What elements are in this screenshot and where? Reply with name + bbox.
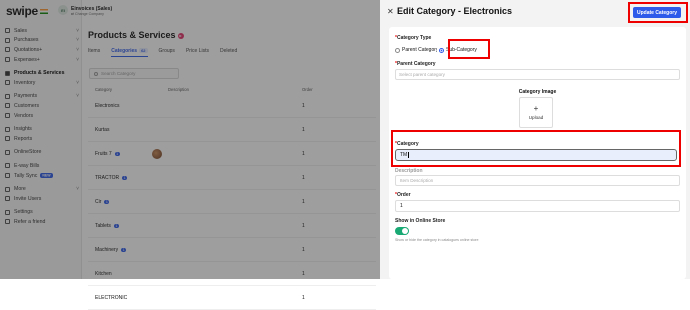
form-card: *Category Type Parent Category Sub-Categ…	[389, 27, 686, 279]
parent-category-label: *Parent Category	[395, 61, 436, 67]
order-input[interactable]: 1	[395, 200, 680, 212]
close-icon[interactable]: ✕	[387, 7, 394, 16]
category-label: *Category	[395, 141, 419, 147]
category-name-text: ELECTRONIC	[95, 295, 128, 301]
category-image-label: Category Image	[518, 89, 557, 95]
upload-label: Upload	[528, 115, 544, 120]
parent-category-radio[interactable]	[395, 47, 400, 53]
category-name-input[interactable]: TM	[395, 149, 677, 161]
online-store-toggle[interactable]	[395, 227, 409, 235]
category-name: ELECTRONIC	[95, 295, 127, 301]
plus-icon: +	[533, 104, 539, 113]
category-type-label: *Category Type	[395, 35, 432, 41]
parent-category-option-label[interactable]: Parent Category	[402, 47, 437, 53]
parent-category-select[interactable]: Select parent category	[395, 69, 680, 80]
modal-backdrop[interactable]	[0, 0, 380, 279]
text-cursor	[407, 152, 409, 158]
sub-category-radio[interactable]	[439, 47, 444, 53]
description-input[interactable]: Item Description	[395, 175, 680, 186]
online-store-hint: Show or hide the category in catalogues …	[395, 238, 479, 242]
online-store-label: Show in Online Store	[395, 218, 446, 224]
app: swipe Sales ˅ Purchases ˅ Quotations+ ˅ Expens…	[0, 0, 690, 310]
highlight-box	[448, 39, 490, 59]
highlight-box	[628, 2, 688, 23]
category-order: 1	[302, 295, 305, 301]
drawer-title: Edit Category - Electronics	[397, 6, 513, 16]
edit-category-drawer: ✕ Edit Category - Electronics Update Cat…	[380, 0, 690, 279]
table-row[interactable]: ELECTRONIC 1	[88, 286, 376, 310]
description-label: Description	[395, 168, 423, 174]
order-label: *Order	[395, 192, 411, 198]
upload-button[interactable]: + Upload	[519, 97, 553, 128]
